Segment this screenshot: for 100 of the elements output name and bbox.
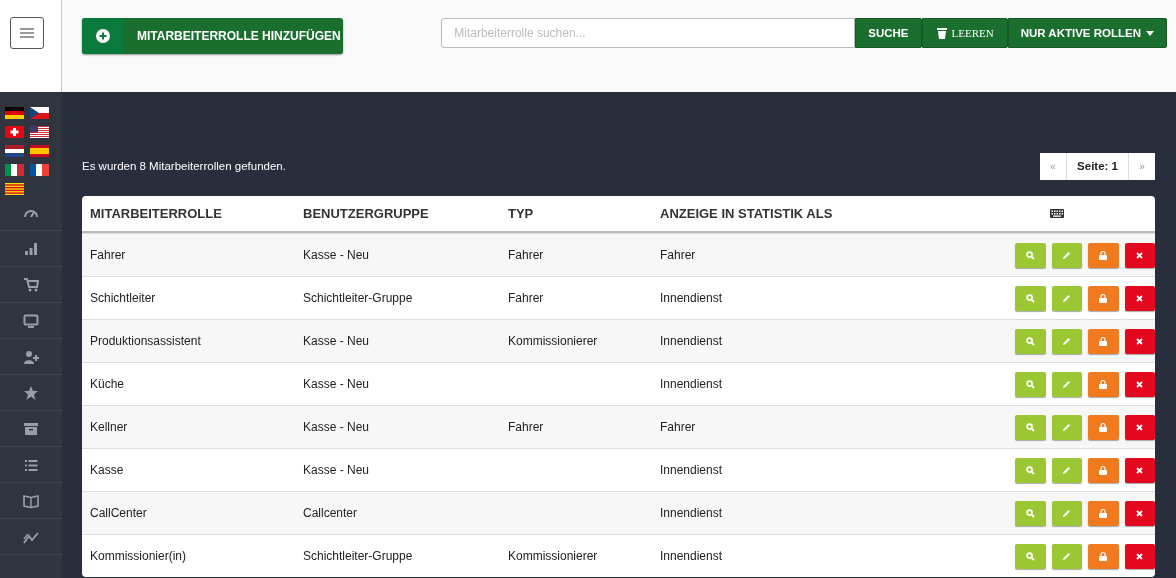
table-cell-text: Innendienst xyxy=(659,334,724,348)
column-header: MITARBEITERROLLE xyxy=(89,206,223,221)
pencil-icon xyxy=(1062,293,1072,303)
table-cell-text: Kommissionier(in) xyxy=(89,549,188,563)
view-button[interactable] xyxy=(1015,285,1046,311)
search-icon xyxy=(1025,250,1035,260)
pencil-icon xyxy=(1062,250,1072,260)
lock-icon xyxy=(1099,293,1108,303)
lock-icon xyxy=(1099,508,1108,518)
table-cell-text: Innendienst xyxy=(659,291,724,305)
flag-icon[interactable] xyxy=(30,164,49,176)
table-cell-text: Kasse - Neu xyxy=(302,377,371,391)
delete-button[interactable] xyxy=(1124,285,1155,311)
cart-icon xyxy=(23,276,39,293)
keyboard-icon xyxy=(1050,209,1064,218)
lock-button[interactable] xyxy=(1088,328,1119,354)
lock-button[interactable] xyxy=(1088,500,1119,526)
book-icon xyxy=(23,492,39,509)
bars-icon xyxy=(23,240,39,257)
edit-button[interactable] xyxy=(1051,285,1082,311)
search-icon xyxy=(1025,465,1035,475)
add-role-button[interactable]: MITARBEITERROLLE HINZUFÜGEN xyxy=(82,18,343,54)
delete-button[interactable] xyxy=(1124,414,1155,440)
close-icon xyxy=(1136,251,1144,259)
menu-button[interactable] xyxy=(10,17,44,49)
search-icon xyxy=(1025,508,1035,518)
close-icon xyxy=(1136,380,1144,388)
table-cell-text: Schichtleiter-Gruppe xyxy=(302,291,414,305)
close-icon xyxy=(1136,509,1144,517)
lock-button[interactable] xyxy=(1088,543,1119,569)
table-cell-text: Produktionsassistent xyxy=(89,334,202,348)
table-cell-text: Kasse - Neu xyxy=(302,463,371,477)
table-cell: Fahrer xyxy=(508,420,544,434)
table-cell-text: Innendienst xyxy=(659,506,724,520)
lock-icon xyxy=(1099,422,1108,432)
flag-icon[interactable] xyxy=(30,126,49,138)
user-add-icon xyxy=(23,348,39,365)
table-cell-text: Fahrer xyxy=(659,248,697,262)
search-field[interactable]: Mitarbeiterrolle suchen... xyxy=(441,18,856,48)
lock-button[interactable] xyxy=(1088,414,1119,440)
edit-button[interactable] xyxy=(1051,371,1082,397)
pencil-icon xyxy=(1062,379,1072,389)
archive-icon xyxy=(23,420,39,437)
table-cell-text: Innendienst xyxy=(659,377,724,391)
delete-button[interactable] xyxy=(1124,543,1155,569)
delete-button[interactable] xyxy=(1124,242,1155,268)
delete-button[interactable] xyxy=(1124,371,1155,397)
table-cell-text: Innendienst xyxy=(659,463,724,477)
table-cell: Fahrer xyxy=(508,248,544,262)
table-cell-text: Schichtleiter-Gruppe xyxy=(302,549,414,563)
lock-button[interactable] xyxy=(1088,242,1119,268)
search-icon xyxy=(1025,336,1035,346)
delete-button[interactable] xyxy=(1124,500,1155,526)
pencil-icon xyxy=(1062,422,1072,432)
menu-icon xyxy=(20,27,34,39)
lock-icon xyxy=(1099,336,1108,346)
edit-button[interactable] xyxy=(1051,457,1082,483)
edit-button[interactable] xyxy=(1051,543,1082,569)
table-cell-text: Kellner xyxy=(89,420,129,434)
view-button[interactable] xyxy=(1015,543,1046,569)
search-icon xyxy=(1025,293,1035,303)
table-cell-text: Fahrer xyxy=(659,420,697,434)
delete-button[interactable] xyxy=(1124,328,1155,354)
flag-icon[interactable] xyxy=(30,107,49,119)
search-button[interactable]: SUCHE xyxy=(855,18,922,48)
column-header: ANZEIGE IN STATISTIK ALS xyxy=(659,206,834,221)
monitor-icon xyxy=(23,312,39,329)
delete-button[interactable] xyxy=(1124,457,1155,483)
close-icon xyxy=(1136,423,1144,431)
table-cell-text: Fahrer xyxy=(89,248,127,262)
search-icon xyxy=(1025,422,1035,432)
view-button[interactable] xyxy=(1015,457,1046,483)
close-icon xyxy=(1136,294,1144,302)
table-cell: Fahrer xyxy=(508,291,544,305)
table-cell-text: Kasse - Neu xyxy=(302,248,371,262)
column-header: BENUTZERGRUPPE xyxy=(302,206,430,221)
star-icon xyxy=(23,384,39,401)
lock-button[interactable] xyxy=(1088,457,1119,483)
clear-button[interactable]: LEEREN xyxy=(921,18,1008,48)
column-header: TYP xyxy=(507,206,535,221)
table-cell-text: Küche xyxy=(89,377,126,391)
lock-icon xyxy=(1099,465,1108,475)
table-cell-text: Schichtleiter xyxy=(89,291,157,305)
flag-icon[interactable] xyxy=(5,145,24,157)
table-cell: Kommissionierer xyxy=(508,549,598,563)
close-icon xyxy=(1136,466,1144,474)
plus-circle-icon xyxy=(95,29,110,43)
table-cell-text: Kasse - Neu xyxy=(302,334,371,348)
flag-icon[interactable] xyxy=(5,107,24,119)
view-button[interactable] xyxy=(1015,371,1046,397)
table-cell-text: Innendienst xyxy=(659,549,724,563)
filter-dropdown-button[interactable]: NUR AKTIVE ROLLEN xyxy=(1007,18,1167,48)
lock-button[interactable] xyxy=(1088,371,1119,397)
search-icon xyxy=(1025,551,1035,561)
lock-icon xyxy=(1099,551,1108,561)
lock-icon xyxy=(1099,379,1108,389)
table-cell-text: Kasse - Neu xyxy=(302,420,371,434)
pencil-icon xyxy=(1062,465,1072,475)
pencil-icon xyxy=(1062,508,1072,518)
lock-button[interactable] xyxy=(1088,285,1119,311)
